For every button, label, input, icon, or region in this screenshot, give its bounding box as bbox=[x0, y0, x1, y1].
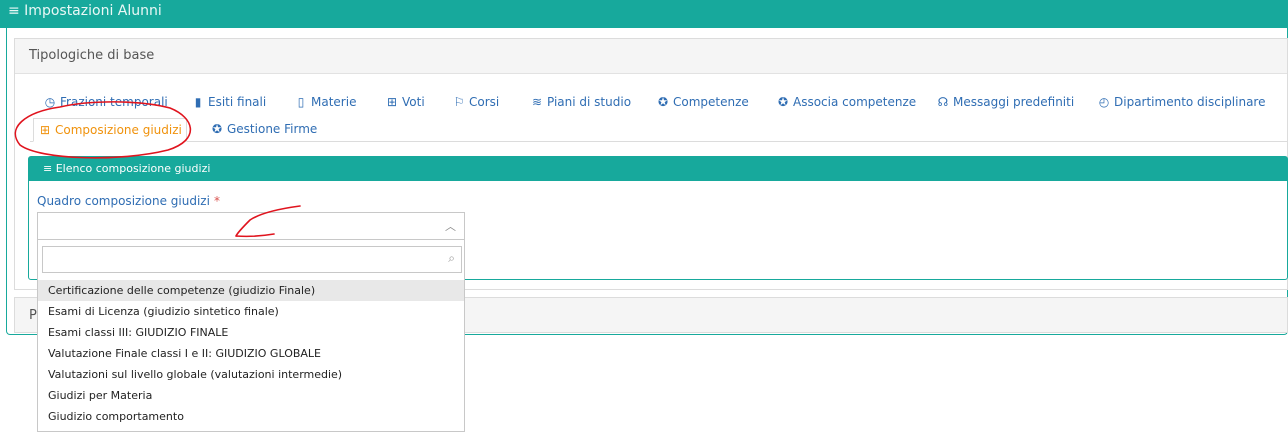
dropdown-option[interactable]: Giudizi per Materia bbox=[38, 385, 464, 406]
tab-composizione-giudizi[interactable]: ⊞ Composizione giudizi bbox=[33, 118, 187, 142]
select-dropdown: ⌕ Certificazione delle competenze (giudi… bbox=[37, 240, 465, 432]
tab-label: Piani di studio bbox=[547, 95, 632, 109]
tab-label: Materie bbox=[311, 95, 357, 109]
tab-piani-di-studio[interactable]: ≋ Piani di studio bbox=[530, 92, 631, 112]
tab-competenze[interactable]: ✪ Competenze bbox=[656, 92, 749, 112]
tab-frazioni-temporali[interactable]: ◷ Frazioni temporali bbox=[43, 92, 168, 112]
tab-label: Frazioni temporali bbox=[60, 95, 168, 109]
bar-chart-icon: ▮ bbox=[194, 95, 202, 109]
power-icon: ◴ bbox=[1098, 95, 1110, 109]
tab-label: Gestione Firme bbox=[227, 122, 318, 136]
tab-label: Esiti finali bbox=[208, 95, 267, 109]
award-icon: ✪ bbox=[657, 95, 669, 109]
search-icon: ⌕ bbox=[448, 251, 455, 265]
tabs-baseline bbox=[30, 141, 1288, 142]
book-icon: ▯ bbox=[297, 95, 305, 109]
dropdown-option[interactable]: Certificazione delle competenze (giudizi… bbox=[38, 280, 464, 301]
tab-label: Competenze bbox=[673, 95, 749, 109]
tab-gestione-firme[interactable]: ✪ Gestione Firme bbox=[210, 119, 317, 139]
tab-label: Associa competenze bbox=[793, 95, 917, 109]
chevron-up-icon: ︿ bbox=[445, 220, 456, 233]
award-icon: ✪ bbox=[211, 122, 223, 136]
elenco-panel-title: ≡ Elenco composizione giudizi bbox=[43, 162, 211, 175]
tab-dipartimento-disciplinare[interactable]: ◴ Dipartimento disciplinare bbox=[1097, 92, 1266, 112]
tab-label: Composizione giudizi bbox=[55, 123, 182, 137]
page-title: ≡ Impostazioni Alunni bbox=[8, 3, 162, 19]
grid-icon: ⊞ bbox=[39, 123, 51, 137]
tab-materie[interactable]: ▯ Materie bbox=[294, 92, 357, 112]
quadro-select[interactable]: ︿ bbox=[37, 212, 465, 240]
tab-corsi[interactable]: ⚐ Corsi bbox=[452, 92, 500, 112]
tab-associa-competenze[interactable]: ✪ Associa competenze bbox=[776, 92, 916, 112]
dropdown-option[interactable]: Valutazione Finale classi I e II: GIUDIZ… bbox=[38, 343, 464, 364]
tab-messaggi-predefiniti[interactable]: ☊ Messaggi predefiniti bbox=[936, 92, 1075, 112]
tab-label: Voti bbox=[402, 95, 425, 109]
dropdown-option[interactable]: Esami di Licenza (giudizio sintetico fin… bbox=[38, 301, 464, 322]
clock-icon: ◷ bbox=[44, 95, 56, 109]
dropdown-search-input[interactable]: ⌕ bbox=[42, 246, 462, 273]
elenco-panel-header: ≡ Elenco composizione giudizi bbox=[29, 157, 1287, 181]
award-icon: ✪ bbox=[777, 95, 789, 109]
section-header: Tipologiche di base bbox=[15, 39, 1287, 74]
tab-label: Messaggi predefiniti bbox=[953, 95, 1075, 109]
window-header: ≡ Impostazioni Alunni bbox=[0, 0, 1288, 28]
tab-label: Dipartimento disciplinare bbox=[1114, 95, 1266, 109]
headset-icon: ☊ bbox=[937, 95, 949, 109]
dropdown-option[interactable]: Giudizio comportamento bbox=[38, 406, 464, 427]
tab-voti[interactable]: ⊞ Voti bbox=[385, 92, 425, 112]
quadro-field-label: Quadro composizione giudizi * bbox=[37, 194, 220, 208]
layers-icon: ≋ bbox=[531, 95, 543, 109]
tab-label: Corsi bbox=[469, 95, 500, 109]
calculator-icon: ⊞ bbox=[386, 95, 398, 109]
required-marker: * bbox=[213, 194, 220, 208]
signpost-icon: ⚐ bbox=[453, 95, 465, 109]
dropdown-option[interactable]: Esami classi III: GIUDIZIO FINALE bbox=[38, 322, 464, 343]
dropdown-option[interactable]: Valutazioni sul livello globale (valutaz… bbox=[38, 364, 464, 385]
tab-esiti-finali[interactable]: ▮ Esiti finali bbox=[191, 92, 267, 112]
section-title: Tipologiche di base bbox=[29, 48, 155, 63]
field-label-text: Quadro composizione giudizi bbox=[37, 194, 210, 208]
